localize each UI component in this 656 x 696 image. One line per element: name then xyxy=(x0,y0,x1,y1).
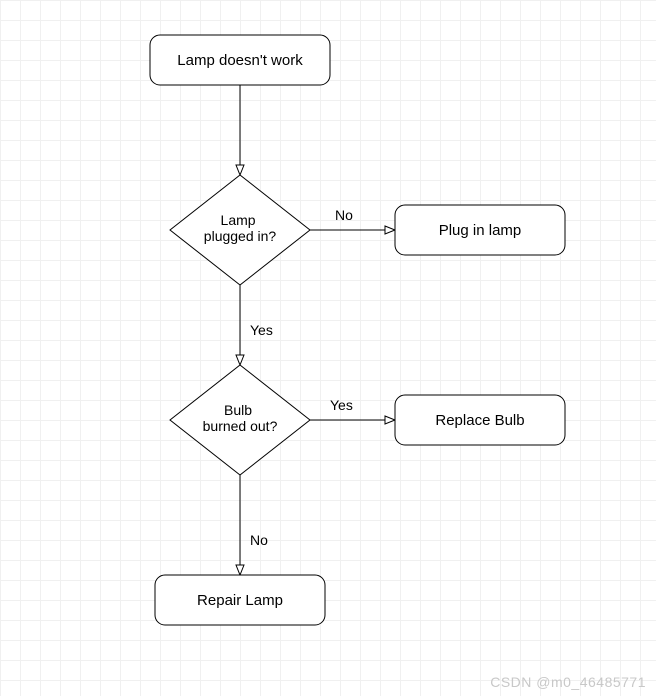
node-a3-label: Repair Lamp xyxy=(197,592,283,609)
node-a2-label: Replace Bulb xyxy=(435,412,524,429)
edge-label-d1-d2: Yes xyxy=(250,322,273,338)
edge-label-d2-a2: Yes xyxy=(330,397,353,413)
flowchart-canvas: No Yes Yes No Lamp doesn't work Lamp plu… xyxy=(0,0,656,696)
edge-label-d2-a3: No xyxy=(250,532,268,548)
edge-label-d1-a1: No xyxy=(335,207,353,223)
node-start-label: Lamp doesn't work xyxy=(177,52,303,69)
node-a1-label: Plug in lamp xyxy=(439,222,522,239)
watermark: CSDN @m0_46485771 xyxy=(490,674,646,690)
